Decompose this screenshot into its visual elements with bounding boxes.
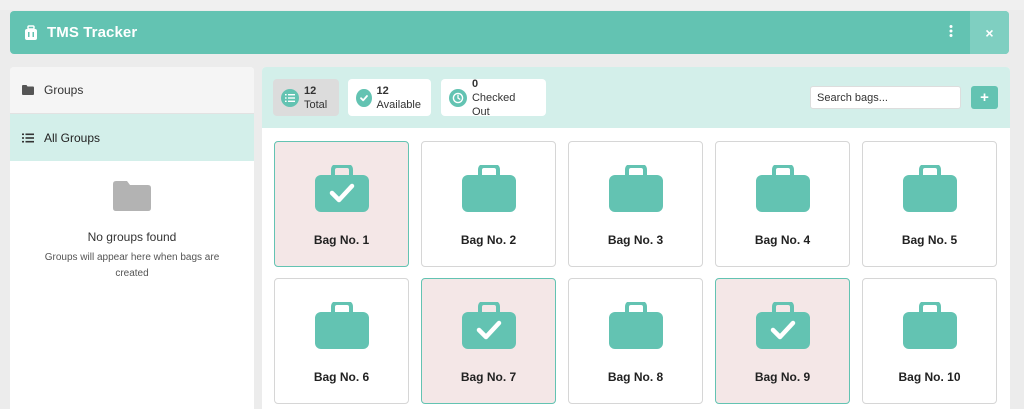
close-button[interactable]: ×: [970, 11, 1009, 54]
folder-icon: [22, 83, 36, 97]
sidebar-item-all-groups[interactable]: All Groups: [10, 114, 254, 161]
bag-card[interactable]: Bag No. 3: [568, 141, 703, 267]
bag-card[interactable]: Bag No. 4: [715, 141, 850, 267]
app-header: TMS Tracker ×: [10, 11, 1009, 54]
briefcase-icon: [755, 165, 810, 212]
stat-available[interactable]: 12 Available: [348, 79, 431, 116]
brand: TMS Tracker: [10, 24, 932, 41]
bag-card[interactable]: Bag No. 5: [862, 141, 997, 267]
briefcase-icon: [902, 302, 957, 349]
briefcase-icon: [461, 165, 516, 212]
stat-checked-out[interactable]: 0 Checked Out: [441, 77, 546, 118]
clock-icon: [449, 88, 467, 107]
main-panel: 12 Total 12 Available 0 Checked Out +: [262, 67, 1010, 409]
bag-label: Bag No. 2: [460, 233, 517, 247]
luggage-icon: [23, 24, 39, 41]
toolbar: 12 Total 12 Available 0 Checked Out +: [262, 67, 1010, 128]
bag-label: Bag No. 9: [754, 370, 811, 384]
folder-icon: [113, 181, 151, 216]
app-title: TMS Tracker: [47, 24, 138, 41]
list-icon: [281, 88, 299, 107]
briefcase-icon: [461, 302, 516, 349]
briefcase-icon: [755, 302, 810, 349]
stat-label: Checked Out: [471, 91, 516, 118]
stat-count: 12: [376, 84, 389, 97]
briefcase-icon: [902, 165, 957, 212]
briefcase-icon: [314, 165, 369, 212]
bag-card[interactable]: Bag No. 1: [274, 141, 409, 267]
bag-label: Bag No. 7: [460, 370, 517, 384]
menu-button[interactable]: [932, 11, 970, 54]
stat-label: Available: [376, 98, 421, 111]
bag-card[interactable]: Bag No. 6: [274, 278, 409, 404]
check-circle-icon: [356, 88, 372, 107]
bag-label: Bag No. 5: [901, 233, 958, 247]
bag-label: Bag No. 8: [607, 370, 664, 384]
bag-card[interactable]: Bag No. 10: [862, 278, 997, 404]
sidebar-item-label: Groups: [44, 83, 84, 97]
window-top-band: [0, 0, 1024, 10]
bag-grid: Bag No. 1 Bag No. 2 Bag No. 3 Bag No. 4 …: [274, 141, 997, 404]
empty-state: No groups found Groups will appear here …: [10, 161, 254, 282]
sidebar-item-label: All Groups: [44, 130, 101, 145]
bag-card[interactable]: Bag No. 8: [568, 278, 703, 404]
vertical-dots-icon: [949, 24, 953, 42]
bag-label: Bag No. 4: [754, 233, 811, 247]
briefcase-icon: [608, 165, 663, 212]
sidebar: Groups All Groups No groups found Groups…: [10, 67, 254, 409]
close-icon: ×: [985, 24, 994, 41]
list-icon: [22, 131, 36, 145]
empty-description: Groups will appear here when bags are cr…: [44, 252, 220, 279]
bag-label: Bag No. 1: [313, 233, 370, 247]
add-bag-button[interactable]: +: [971, 86, 998, 109]
bag-label: Bag No. 10: [898, 370, 961, 384]
search-input[interactable]: [810, 86, 961, 109]
bag-label: Bag No. 6: [313, 370, 370, 384]
bag-card[interactable]: Bag No. 7: [421, 278, 556, 404]
bag-label: Bag No. 3: [607, 233, 664, 247]
briefcase-icon: [314, 302, 369, 349]
briefcase-icon: [608, 302, 663, 349]
stat-count: 12: [304, 84, 317, 97]
stat-label: Total: [304, 98, 328, 111]
stat-count: 0: [471, 77, 479, 90]
empty-title: No groups found: [87, 230, 177, 244]
bag-card[interactable]: Bag No. 9: [715, 278, 850, 404]
sidebar-item-groups[interactable]: Groups: [10, 67, 254, 114]
stat-total[interactable]: 12 Total: [273, 79, 339, 116]
bag-card[interactable]: Bag No. 2: [421, 141, 556, 267]
